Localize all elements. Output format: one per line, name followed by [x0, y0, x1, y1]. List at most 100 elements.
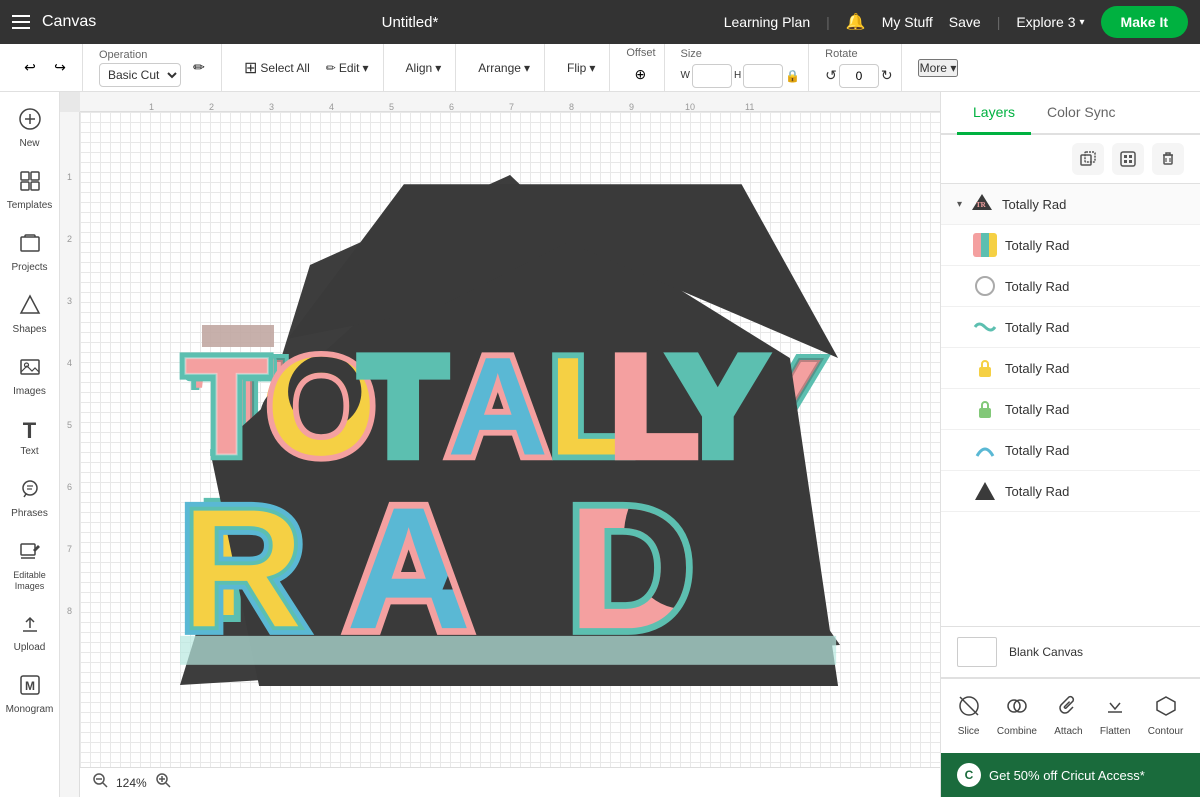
lock-aspect-icon[interactable]: 🔒	[785, 69, 800, 83]
duplicate-button[interactable]	[1072, 143, 1104, 175]
svg-text:TR: TR	[976, 201, 987, 209]
phrases-icon	[19, 478, 41, 506]
flatten-label: Flatten	[1100, 726, 1131, 737]
attach-icon	[1057, 695, 1079, 722]
rotate-cw-icon[interactable]: ↻	[881, 67, 893, 84]
blank-canvas-label: Blank Canvas	[1009, 645, 1083, 659]
flatten-action[interactable]: Flatten	[1092, 691, 1139, 741]
upload-icon	[19, 612, 41, 640]
list-item[interactable]: Totally Rad	[941, 225, 1200, 266]
align-button[interactable]: Align▾	[400, 57, 448, 79]
main-artwork-svg: T T T O O O T T A A	[160, 165, 860, 715]
operation-select[interactable]: Basic Cut	[99, 63, 181, 87]
panel-actions: Slice Combine Attach Flatten	[941, 678, 1200, 753]
zoom-out-button[interactable]	[92, 772, 108, 793]
layer-thumb	[973, 479, 997, 503]
delete-button[interactable]	[1152, 143, 1184, 175]
offset-button[interactable]: ⊕	[626, 61, 654, 89]
top-navigation: Canvas Untitled* Learning Plan | 🔔 My St…	[0, 0, 1200, 44]
arrange-button[interactable]: Arrange▾	[472, 57, 536, 79]
attach-action[interactable]: Attach	[1046, 691, 1090, 741]
promo-text: Get 50% off Cricut Access*	[989, 768, 1145, 783]
list-item[interactable]: Totally Rad	[941, 348, 1200, 389]
group-button[interactable]	[1112, 143, 1144, 175]
select-all-button[interactable]: ⊞ Select All	[238, 54, 316, 82]
sidebar-item-images[interactable]: Images	[4, 348, 56, 406]
list-item[interactable]: Totally Rad	[941, 430, 1200, 471]
layer-thumb	[973, 438, 997, 462]
sidebar-item-shapes[interactable]: Shapes	[4, 286, 56, 344]
list-item[interactable]: Totally Rad	[941, 266, 1200, 307]
sidebar-item-monogram[interactable]: M Monogram	[4, 666, 56, 724]
shapes-icon	[19, 294, 41, 322]
artwork[interactable]: T T O O O TOTALLY TOTALLY	[160, 165, 860, 715]
sidebar-label-editable-images: Editable Images	[8, 570, 52, 592]
edit-button[interactable]: ✏ Edit ▾	[320, 57, 375, 79]
list-item[interactable]: Totally Rad	[941, 307, 1200, 348]
sidebar-item-upload[interactable]: Upload	[4, 604, 56, 662]
combine-action[interactable]: Combine	[989, 691, 1045, 741]
tab-layers[interactable]: Layers	[957, 92, 1031, 135]
redo-button[interactable]: ↪	[46, 54, 74, 82]
more-button[interactable]: More ▾	[918, 59, 959, 77]
operation-label: Operation	[99, 49, 181, 61]
sidebar-item-editable-images[interactable]: Editable Images	[4, 532, 56, 600]
right-panel: Layers Color Sync ▾	[940, 92, 1200, 797]
chevron-down-icon: ▾	[957, 199, 962, 210]
promo-bar[interactable]: C Get 50% off Cricut Access*	[941, 753, 1200, 797]
learning-plan-link[interactable]: Learning Plan	[724, 14, 810, 30]
hamburger-menu[interactable]	[12, 15, 30, 29]
contour-icon	[1155, 695, 1177, 722]
layer-thumb	[973, 397, 997, 421]
document-title[interactable]: Untitled*	[382, 14, 439, 31]
my-stuff-link[interactable]: My Stuff	[882, 14, 933, 30]
sidebar-item-templates[interactable]: Templates	[4, 162, 56, 220]
layer-thumb: TR	[970, 192, 994, 216]
ruler-left: 1 2 3 4 5 6 7 8	[60, 112, 80, 797]
make-it-button[interactable]: Make It	[1101, 6, 1188, 38]
slice-action[interactable]: Slice	[950, 691, 988, 741]
rotate-input[interactable]	[839, 64, 879, 88]
svg-text:M: M	[25, 679, 35, 693]
notification-bell[interactable]: 🔔	[846, 12, 866, 32]
sidebar-label-shapes: Shapes	[13, 324, 47, 336]
canvas-content[interactable]: T T O O O TOTALLY TOTALLY	[80, 112, 940, 767]
rotate-label: Rotate	[825, 48, 892, 60]
list-item[interactable]: Totally Rad	[941, 389, 1200, 430]
offset-label: Offset	[626, 47, 655, 59]
edit-style-button[interactable]: ✏	[185, 54, 213, 82]
layer-name: Totally Rad	[1005, 279, 1184, 294]
contour-action[interactable]: Contour	[1140, 691, 1192, 741]
sidebar-item-new[interactable]: New	[4, 100, 56, 158]
undo-button[interactable]: ↩	[16, 54, 44, 82]
explore-button[interactable]: Explore 3 ▾	[1016, 14, 1084, 30]
sidebar-label-monogram: Monogram	[6, 704, 54, 716]
chevron-down-icon: ▾	[1080, 17, 1085, 28]
layers-list: ▾ TR Totally Rad T	[941, 184, 1200, 626]
svg-text:A: A	[447, 327, 548, 484]
sidebar-item-projects[interactable]: Projects	[4, 224, 56, 282]
sidebar-label-phrases: Phrases	[11, 508, 48, 520]
layer-group-item[interactable]: ▾ TR Totally Rad	[941, 184, 1200, 225]
tab-color-sync[interactable]: Color Sync	[1031, 92, 1131, 135]
templates-icon	[19, 170, 41, 198]
layer-thumb	[973, 274, 997, 298]
canvas-label: Canvas	[42, 13, 96, 31]
sidebar-item-phrases[interactable]: Phrases	[4, 470, 56, 528]
list-item[interactable]: Totally Rad	[941, 471, 1200, 512]
canvas-area[interactable]: 1 2 3 4 5 6 7 8 9 10 11 1 2 3 4 5 6 7 8	[60, 92, 940, 797]
sidebar-label-templates: Templates	[7, 200, 53, 212]
monogram-icon: M	[19, 674, 41, 702]
width-input[interactable]	[692, 64, 732, 88]
rotate-ccw-icon[interactable]: ↺	[825, 67, 837, 84]
blank-canvas-preview	[957, 637, 997, 667]
zoom-in-button[interactable]	[155, 772, 171, 793]
svg-text:T: T	[184, 327, 269, 484]
save-button[interactable]: Save	[949, 14, 981, 30]
combine-label: Combine	[997, 726, 1037, 737]
layer-name: Totally Rad	[1005, 361, 1184, 376]
height-input[interactable]	[743, 64, 783, 88]
blank-canvas-bar[interactable]: Blank Canvas	[941, 626, 1200, 678]
flip-button[interactable]: Flip▾	[561, 57, 601, 79]
sidebar-item-text[interactable]: T Text	[4, 410, 56, 466]
